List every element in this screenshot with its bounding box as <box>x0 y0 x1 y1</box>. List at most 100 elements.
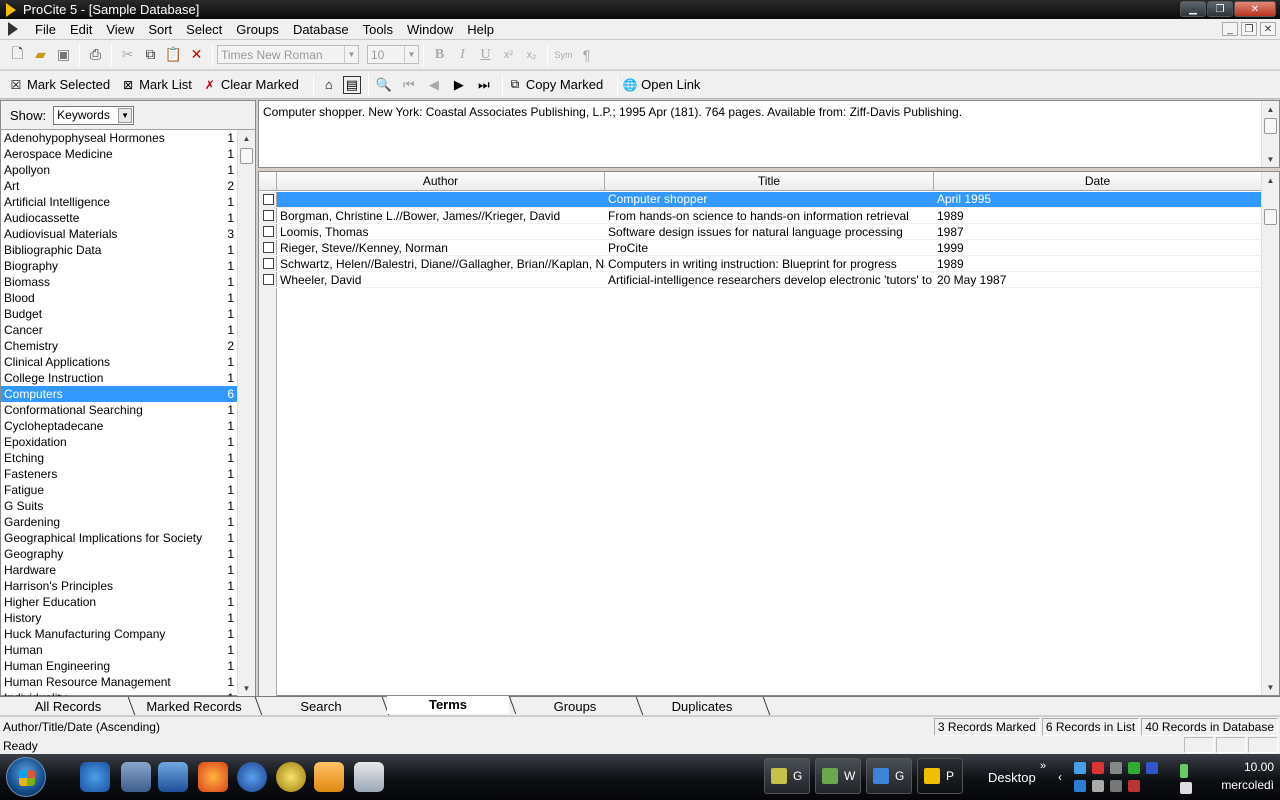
desktop-toolbar-label[interactable]: Desktop <box>988 770 1036 785</box>
font-size-select[interactable]: 10 ▼ <box>367 45 419 64</box>
security-alert-icon[interactable] <box>1092 762 1104 774</box>
close-button[interactable]: ✕ <box>1234 1 1276 17</box>
mark-checkbox[interactable] <box>259 194 277 205</box>
term-row[interactable]: Human Engineering 1 <box>1 658 237 674</box>
chevron-left-icon[interactable]: ‹ <box>1058 770 1062 784</box>
minimize-button[interactable]: ▁ <box>1180 1 1206 17</box>
first-record-icon[interactable]: ⏮ <box>398 74 420 96</box>
term-row[interactable]: History 1 <box>1 610 237 626</box>
open-link-button[interactable]: 🌐 Open Link <box>622 77 701 93</box>
term-row[interactable]: Fasteners 1 <box>1 466 237 482</box>
doc-restore-button[interactable]: ❐ <box>1241 22 1257 36</box>
term-row[interactable]: Hardware 1 <box>1 562 237 578</box>
menu-view[interactable]: View <box>99 22 141 37</box>
scroll-down-icon[interactable]: ▼ <box>1262 151 1279 167</box>
taskbar-button-g1[interactable]: G <box>764 758 810 794</box>
table-row[interactable]: Loomis, Thomas Software design issues for… <box>259 224 1262 240</box>
term-row[interactable]: Fatigue 1 <box>1 482 237 498</box>
mark-checkbox[interactable] <box>259 242 277 253</box>
volume-icon[interactable] <box>1180 782 1192 794</box>
term-row[interactable]: Geographical Implications for Society 1 <box>1 530 237 546</box>
open-folder-icon[interactable]: ▰ <box>29 44 52 66</box>
new-document-icon[interactable]: 🗋 <box>6 44 29 66</box>
preview-scrollbar[interactable]: ▲ ▼ <box>1261 101 1279 167</box>
term-row[interactable]: Aerospace Medicine 1 <box>1 146 237 162</box>
show-desktop-icon[interactable] <box>158 762 188 792</box>
maximize-button[interactable]: ❐ <box>1207 1 1233 17</box>
table-row[interactable]: Borgman, Christine L.//Bower, James//Kri… <box>259 208 1262 224</box>
table-row[interactable]: Computer shopper April 1995 <box>259 192 1262 208</box>
tab-search[interactable]: Search <box>260 697 382 715</box>
scroll-up-icon[interactable]: ▲ <box>238 130 255 146</box>
subscript-icon[interactable]: x₂ <box>520 44 543 66</box>
doc-close-button[interactable]: ✕ <box>1260 22 1276 36</box>
term-row[interactable]: Higher Education 1 <box>1 594 237 610</box>
scroll-down-icon[interactable]: ▼ <box>238 680 255 696</box>
term-row[interactable]: Geography 1 <box>1 546 237 562</box>
start-button[interactable] <box>6 757 46 797</box>
taskbar-button-w[interactable]: W <box>815 758 861 794</box>
doc-minimize-button[interactable]: _ <box>1222 22 1238 36</box>
clock[interactable]: 10.00 mercoledì <box>1204 758 1274 794</box>
underline-icon[interactable]: U <box>474 44 497 66</box>
term-row[interactable]: Human 1 <box>1 642 237 658</box>
tray-app-icon[interactable] <box>1146 762 1158 774</box>
mark-checkbox[interactable] <box>259 274 277 285</box>
taskbar-button-procite[interactable]: P <box>917 758 963 794</box>
mark-checkbox[interactable] <box>259 258 277 269</box>
superscript-icon[interactable]: x² <box>497 44 520 66</box>
term-row[interactable]: Audiocassette 1 <box>1 210 237 226</box>
tab-groups[interactable]: Groups <box>514 697 636 715</box>
term-row[interactable]: College Instruction 1 <box>1 370 237 386</box>
tray-app-icon[interactable] <box>1110 780 1122 792</box>
table-row[interactable]: Schwartz, Helen//Balestri, Diane//Gallag… <box>259 256 1262 272</box>
tab-terms[interactable]: Terms <box>387 696 509 714</box>
previous-record-icon[interactable]: ◀ <box>423 74 445 96</box>
tray-app-icon[interactable] <box>1092 780 1104 792</box>
chevron-right-icon[interactable]: » <box>1040 760 1046 772</box>
tab-duplicates[interactable]: Duplicates <box>641 697 763 715</box>
tab-all-records[interactable]: All Records <box>8 697 128 715</box>
term-row[interactable]: Biography 1 <box>1 258 237 274</box>
next-record-icon[interactable]: ▶ <box>448 74 470 96</box>
mark-selected-button[interactable]: ☒ Mark Selected <box>8 77 110 93</box>
menu-tools[interactable]: Tools <box>356 22 400 37</box>
font-name-select[interactable]: Times New Roman ▼ <box>217 45 359 64</box>
term-row[interactable]: Biomass 1 <box>1 274 237 290</box>
term-row[interactable]: Adenohypophyseal Hormones 1 <box>1 130 237 146</box>
table-scrollbar[interactable]: ▲ ▼ <box>1261 172 1279 695</box>
mark-checkbox[interactable] <box>259 210 277 221</box>
term-row[interactable]: Computers 6 <box>1 386 237 402</box>
term-row[interactable]: Human Resource Management 1 <box>1 674 237 690</box>
italic-icon[interactable]: I <box>451 44 474 66</box>
term-row[interactable]: Huck Manufacturing Company 1 <box>1 626 237 642</box>
term-row[interactable]: Blood 1 <box>1 290 237 306</box>
terms-list[interactable]: Adenohypophyseal Hormones 1 Aerospace Medi… <box>1 130 237 696</box>
term-row[interactable]: Cycloheptadecane 1 <box>1 418 237 434</box>
scroll-thumb[interactable] <box>240 148 253 164</box>
menu-database[interactable]: Database <box>286 22 356 37</box>
delete-icon[interactable]: ✕ <box>185 44 208 66</box>
properties-icon[interactable]: ⌂ <box>318 74 340 96</box>
term-row[interactable]: G Suits 1 <box>1 498 237 514</box>
explorer-window-icon[interactable] <box>354 762 384 792</box>
term-row[interactable]: Conformational Searching 1 <box>1 402 237 418</box>
bold-icon[interactable]: B <box>428 44 451 66</box>
firefox-icon[interactable] <box>198 762 228 792</box>
menu-file[interactable]: File <box>28 22 63 37</box>
term-row[interactable]: Etching 1 <box>1 450 237 466</box>
tab-marked-records[interactable]: Marked Records <box>133 697 255 715</box>
taskbar-button-g2[interactable]: G <box>866 758 912 794</box>
column-header-author[interactable]: Author <box>277 172 605 190</box>
mark-checkbox[interactable] <box>259 226 277 237</box>
menu-help[interactable]: Help <box>460 22 501 37</box>
scroll-thumb[interactable] <box>1264 118 1277 134</box>
table-row[interactable]: Wheeler, David Artificial-intelligence re… <box>259 272 1262 288</box>
computer-icon[interactable] <box>121 762 151 792</box>
tray-app-icon[interactable] <box>1074 780 1086 792</box>
term-row[interactable]: Audiovisual Materials 3 <box>1 226 237 242</box>
term-row[interactable]: Cancer 1 <box>1 322 237 338</box>
term-row[interactable]: Apollyon 1 <box>1 162 237 178</box>
mark-list-button[interactable]: ⊠ Mark List <box>120 77 192 93</box>
scroll-up-icon[interactable]: ▲ <box>1262 172 1279 188</box>
